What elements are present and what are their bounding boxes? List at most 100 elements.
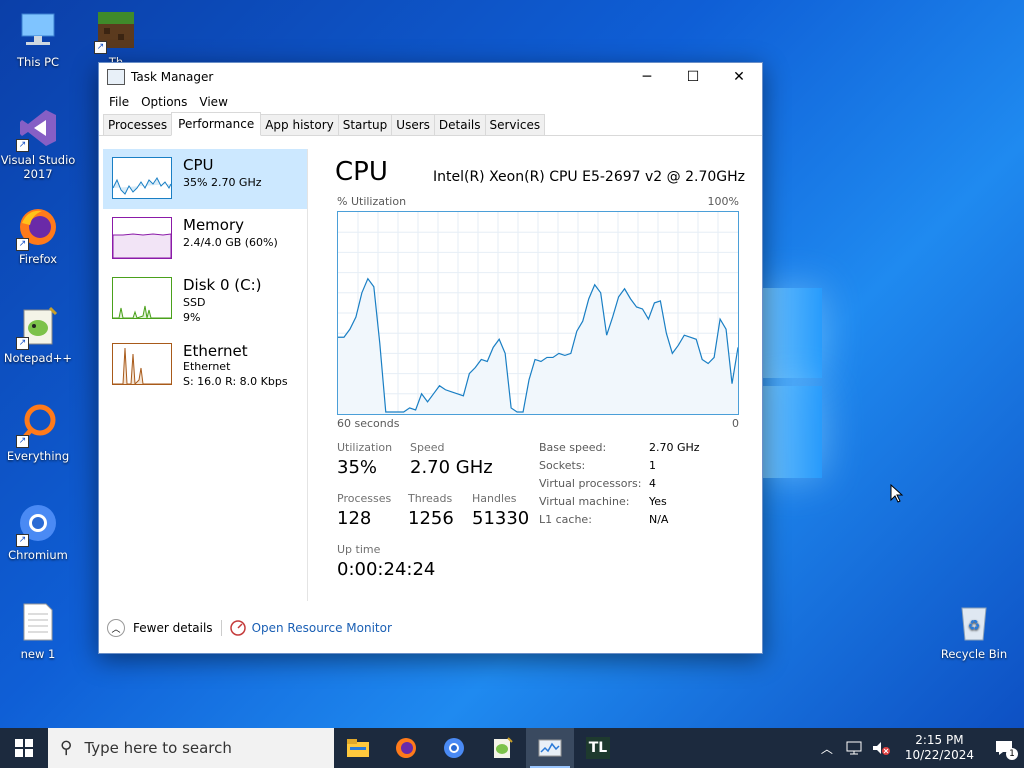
- desktop-icon-label: new 1: [20, 647, 56, 661]
- sockets-value: 1: [649, 459, 656, 472]
- desktop-icon-this-pc[interactable]: This PC: [0, 8, 76, 69]
- speed-label: Speed: [410, 441, 445, 454]
- chevron-up-icon[interactable]: ︿: [821, 740, 833, 757]
- memory-thumbnail-graph: [112, 217, 172, 259]
- shortcut-arrow-icon: ↗: [16, 337, 29, 350]
- desktop-icon-visual-studio[interactable]: ↗ Visual Studio 2017: [0, 106, 76, 181]
- volume-muted-icon[interactable]: [871, 740, 891, 756]
- shortcut-arrow-icon: ↗: [94, 41, 107, 54]
- menu-bar: File Options View: [99, 91, 762, 113]
- desktop-icon-label: Recycle Bin: [940, 647, 1008, 661]
- clock[interactable]: 2:15 PM 10/22/2024: [905, 733, 974, 763]
- notepadpp-icon: ↗: [16, 304, 60, 350]
- utilization-label: Utilization: [337, 441, 393, 454]
- menu-options[interactable]: Options: [135, 95, 193, 109]
- footer-divider: [220, 620, 222, 636]
- tab-details[interactable]: Details: [433, 114, 486, 135]
- handles-label: Handles: [472, 492, 517, 505]
- open-resource-monitor-link[interactable]: Open Resource Monitor: [252, 621, 392, 635]
- mouse-cursor-icon: [890, 484, 904, 503]
- action-center-button[interactable]: 1: [984, 728, 1024, 768]
- windows-logo-wallpaper: [760, 288, 824, 480]
- resource-item-ethernet[interactable]: Ethernet Ethernet S: 16.0 R: 8.0 Kbps: [103, 335, 307, 395]
- tab-services[interactable]: Services: [484, 114, 546, 135]
- desktop-icon-chromium[interactable]: ↗ Chromium: [0, 501, 76, 562]
- shortcut-arrow-icon: ↗: [16, 435, 29, 448]
- taskbar-tl-app[interactable]: TL: [574, 728, 622, 768]
- minecraft-icon: ↗: [94, 8, 138, 54]
- chromium-icon: ↗: [16, 501, 60, 547]
- resource-sub: S: 16.0 R: 8.0 Kbps: [183, 375, 288, 388]
- cpu-model: Intel(R) Xeon(R) CPU E5-2697 v2 @ 2.70GH…: [433, 169, 745, 185]
- x-axis-left-label: 60 seconds: [337, 417, 400, 430]
- desktop-icon-minecraft[interactable]: ↗ Th: [78, 8, 154, 69]
- system-tray: ︿ 2:15 PM 10/22/2024 1: [813, 728, 1024, 768]
- utilization-value: 35%: [337, 457, 378, 478]
- menu-view[interactable]: View: [193, 95, 233, 109]
- taskbar-notepadpp[interactable]: [478, 728, 526, 768]
- cpu-utilization-graph: [337, 211, 739, 415]
- taskbar-search-box[interactable]: ⚲ Type here to search: [48, 728, 334, 768]
- desktop-icon-label: Visual Studio 2017: [0, 153, 76, 181]
- maximize-button[interactable]: ☐: [670, 63, 716, 91]
- resource-item-disk[interactable]: Disk 0 (C:) SSD 9%: [103, 269, 307, 329]
- task-manager-icon: [538, 739, 562, 757]
- uptime-label: Up time: [337, 543, 381, 556]
- base-speed-value: 2.70 GHz: [649, 441, 700, 454]
- uptime-value: 0:00:24:24: [337, 559, 436, 580]
- desktop-icon-notepadpp[interactable]: ↗ Notepad++: [0, 304, 76, 365]
- file-explorer-icon: [347, 739, 369, 757]
- tab-users[interactable]: Users: [391, 114, 435, 135]
- notepadpp-icon: [494, 737, 513, 758]
- desktop-icon-recycle-bin[interactable]: ♻ Recycle Bin: [936, 600, 1012, 661]
- processes-value: 128: [337, 508, 372, 529]
- text-file-icon: [16, 600, 60, 644]
- desktop-icon-new-1[interactable]: new 1: [0, 600, 76, 661]
- utilization-axis-label: % Utilization: [337, 195, 407, 208]
- virtual-processors-value: 4: [649, 477, 656, 490]
- tab-strip: Processes Performance App history Startu…: [99, 112, 762, 136]
- network-icon[interactable]: [845, 740, 863, 756]
- cpu-detail-pane: CPU Intel(R) Xeon(R) CPU E5-2697 v2 @ 2.…: [335, 149, 745, 609]
- clock-time: 2:15 PM: [915, 733, 964, 747]
- taskbar-chromium[interactable]: [430, 728, 478, 768]
- taskbar-firefox[interactable]: [382, 728, 430, 768]
- menu-file[interactable]: File: [103, 95, 135, 109]
- tab-processes[interactable]: Processes: [103, 114, 173, 135]
- close-button[interactable]: ✕: [716, 63, 762, 91]
- search-placeholder: Type here to search: [84, 739, 232, 757]
- window-title: Task Manager: [131, 70, 214, 84]
- task-manager-icon: [107, 69, 125, 85]
- minimize-button[interactable]: ─: [624, 63, 670, 91]
- virtual-machine-label: Virtual machine:: [539, 495, 630, 508]
- resource-item-cpu[interactable]: CPU 35% 2.70 GHz: [103, 149, 307, 209]
- shortcut-arrow-icon: ↗: [16, 534, 29, 547]
- fewer-details-link[interactable]: Fewer details: [133, 621, 213, 635]
- title-bar[interactable]: Task Manager ─ ☐ ✕: [99, 63, 762, 91]
- firefox-icon: ↗: [16, 205, 60, 251]
- processes-label: Processes: [337, 492, 392, 505]
- resource-item-memory[interactable]: Memory 2.4/4.0 GB (60%): [103, 209, 307, 269]
- desktop-icon-everything[interactable]: ↗ Everything: [0, 402, 76, 463]
- search-icon: ⚲: [60, 738, 73, 758]
- shortcut-arrow-icon: ↗: [16, 238, 29, 251]
- firefox-icon: [396, 738, 416, 758]
- taskbar-task-manager[interactable]: [526, 728, 574, 768]
- task-manager-window: Task Manager ─ ☐ ✕ File Options View Pro…: [98, 62, 763, 654]
- chevron-up-icon[interactable]: ︿: [107, 619, 125, 637]
- resource-sub: Ethernet: [183, 360, 231, 373]
- tab-app-history[interactable]: App history: [260, 114, 339, 135]
- taskbar-file-explorer[interactable]: [334, 728, 382, 768]
- virtual-machine-value: Yes: [649, 495, 667, 508]
- shortcut-arrow-icon: ↗: [16, 139, 29, 152]
- handles-value: 51330: [472, 508, 530, 529]
- tab-startup[interactable]: Startup: [337, 114, 393, 135]
- desktop-icon-firefox[interactable]: ↗ Firefox: [0, 205, 76, 266]
- tab-performance[interactable]: Performance: [171, 112, 262, 136]
- start-button[interactable]: [0, 728, 48, 768]
- desktop-icon-label: Everything: [6, 449, 70, 463]
- cpu-thumbnail-graph: [112, 157, 172, 199]
- l1-cache-label: L1 cache:: [539, 513, 592, 526]
- desktop-icon-label: Firefox: [18, 252, 58, 266]
- resource-name: Disk 0 (C:): [183, 276, 262, 294]
